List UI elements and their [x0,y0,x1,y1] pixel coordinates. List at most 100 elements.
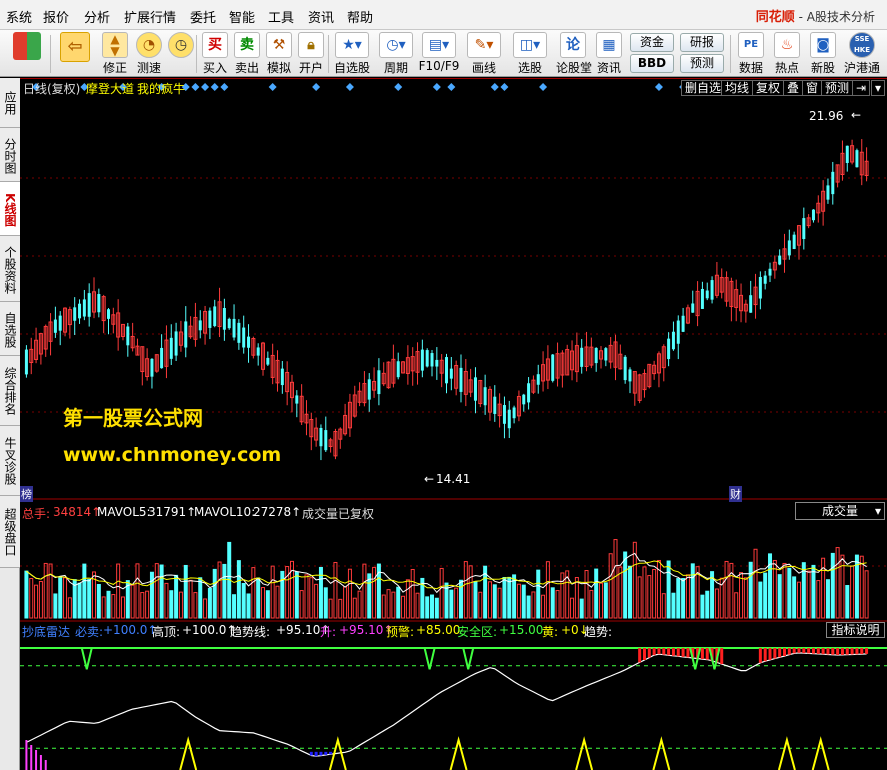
volume-bar [140,592,145,619]
watchlist-button[interactable]: ★▾ 自选股 [332,32,372,76]
volume-bar [304,574,309,619]
volume-bar [830,552,835,619]
ma-button[interactable]: 均线 [721,80,754,96]
candle-body-down [527,383,531,403]
period-button[interactable]: ◷▾ 周期 [376,32,416,76]
volume-bar [787,567,792,619]
volume-bar [806,570,811,619]
back-button[interactable]: ⇦ [58,32,92,62]
volume-bar [579,598,584,619]
new-stock-button[interactable]: ◙ 新股 [808,32,838,76]
volume-bar [430,594,435,619]
volume-bar [149,571,154,619]
forecast-button[interactable]: 预测 [680,54,724,73]
volume-selector[interactable]: 成交量 ▾ [795,502,885,520]
sidebar-tab-super-board[interactable]: 超级盘口 [0,496,20,568]
candle-body-down [604,348,608,361]
sidebar-tab-timeshare[interactable]: 分时图 [0,128,20,182]
remove-watchlist-button[interactable]: 删自选 [681,80,726,96]
menu-smart[interactable]: 智能 [229,7,255,26]
volume-bar [652,569,657,619]
sell-button[interactable]: 卖 卖出 [232,32,262,76]
open-account-button[interactable]: 🔒︎ 开户 [296,32,326,76]
candle-body-down [280,368,284,386]
layout-grid-icon [13,32,41,60]
sidebar-tab-app[interactable]: 应用 [0,78,20,128]
volume-bar [835,547,840,619]
revise-button[interactable]: ▲ ▼ 修正 [100,32,130,76]
adjust-button[interactable]: 复权 [752,80,785,96]
research-button[interactable]: 研报 [680,33,724,52]
volume-bar [608,553,613,619]
buy-label: 买入 [202,61,227,75]
menu-triangle-icon[interactable]: ▾ [871,80,885,96]
stock-select-button[interactable]: ◫▾ 选股 [510,32,550,76]
radar-trend2-label: 趋势: [584,625,613,639]
measure-button[interactable]: ◷ [166,32,196,58]
forecast-button-chart[interactable]: 预测 [821,80,854,96]
news-button[interactable]: ▦ 资讯 [594,32,624,76]
volume-bar [183,564,188,619]
speed-button[interactable]: ◔ 测速 [134,32,164,76]
ranking-marker[interactable]: 榜 [20,486,33,502]
candle-body-down [420,349,424,371]
volume-bar [792,576,797,619]
draw-line-button[interactable]: ✎▾ 画线 [464,32,504,76]
volume-bar [526,595,531,619]
sell-icon: 卖 [234,32,260,58]
candle-body-down [78,303,82,319]
sidebar-tab-label: 应用 [3,91,17,115]
hot-button[interactable]: ♨ 热点 [772,32,802,76]
candle-body-down [73,307,77,321]
volume-bar [454,587,459,619]
forum-button[interactable]: 论 论股堂 [556,32,592,76]
candle-body-down [483,387,487,406]
volume-bar [241,583,246,619]
sidebar-tab-stock-profile[interactable]: 个股资料 [0,236,20,302]
candle-body-down [87,293,91,317]
layout-button[interactable] [10,32,44,60]
volume-bar [24,570,29,619]
candle-body-down [295,395,299,404]
finance-marker[interactable]: 财 [729,486,742,502]
menu-help[interactable]: 帮助 [347,7,373,26]
candle-body-down [247,336,251,348]
volume-bar [357,590,362,619]
menu-quote[interactable]: 报价 [43,7,69,26]
menu-system[interactable]: 系统 [6,7,32,26]
yellow-spike [449,736,468,770]
menu-extended-market[interactable]: 扩展行情 [124,7,176,26]
expand-right-icon[interactable]: ⇥ [852,80,870,96]
pencil-icon: ✎▾ [467,32,501,58]
menu-analysis[interactable]: 分析 [84,7,110,26]
signal-diamond [654,83,663,91]
window-button[interactable]: 窗 [802,80,823,96]
sidebar-tab-diagnosis[interactable]: 牛叉诊股 [0,426,20,496]
radar-warn-label: 预警: [386,625,415,639]
sidebar-tab-ranking[interactable]: 综合排名 [0,356,20,426]
candle-body-down [53,319,57,333]
indicator-help-button[interactable]: 指标说明 [826,622,885,638]
bbd-button[interactable]: BBD [630,54,674,73]
chart-grid [20,78,887,622]
hk-connect-button[interactable]: SSE HKE 沪港通 [844,32,880,76]
f10-button[interactable]: ▤▾ F10/F9 [418,32,460,73]
data-button[interactable]: PE 数据 [736,32,766,76]
candle-body-down [445,357,448,384]
buy-button[interactable]: 买 买入 [200,32,230,76]
candle-body-down [232,318,236,338]
funds-button[interactable]: 资金 [630,33,674,52]
signal-diamond [394,83,403,91]
simulate-button[interactable]: ⚒ 模拟 [264,32,294,76]
menu-info[interactable]: 资讯 [308,7,334,26]
sidebar-tab-watchlist[interactable]: 自选股 [0,302,20,356]
overlay-button[interactable]: 叠 [783,80,804,96]
toolbar-separator [196,35,197,73]
up-down-arrows-icon: ▲ ▼ [102,32,128,58]
menu-tools[interactable]: 工具 [268,7,294,26]
menu-entrust[interactable]: 委托 [190,7,216,26]
volume-bar [463,561,468,619]
volume-bar [763,572,768,619]
candle-body-down [763,275,767,284]
sidebar-tab-kline[interactable]: K线图 [0,182,20,236]
